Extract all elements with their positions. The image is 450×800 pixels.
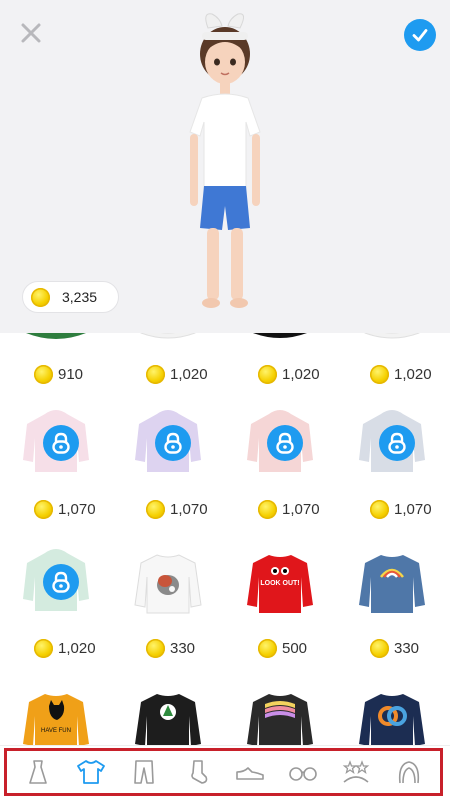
coin-icon: [34, 639, 53, 658]
item-price: 500: [282, 640, 308, 657]
glasses-icon: [289, 767, 317, 781]
item-price: 1,020: [170, 366, 208, 383]
coin-icon: [31, 287, 50, 307]
coin-icon: [258, 500, 277, 519]
coin-icon: [34, 365, 53, 384]
item-card[interactable]: [224, 686, 336, 745]
pants-icon: [134, 760, 154, 784]
navy-circles-sweatshirt-thumbnail: [359, 694, 425, 745]
tshirt-icon: [76, 760, 105, 784]
item-card[interactable]: [112, 686, 224, 745]
lock-icon: [52, 571, 70, 593]
black-wave-sweatshirt-thumbnail: [247, 694, 313, 745]
coin-icon: [146, 500, 165, 519]
tab-tops[interactable]: [71, 754, 111, 790]
close-icon: [21, 23, 41, 43]
black-tree-sweatshirt-thumbnail: [135, 694, 201, 745]
lock-badge: [379, 425, 415, 461]
item-card-locked[interactable]: 1,020: [0, 547, 112, 685]
coin-icon: [370, 639, 389, 658]
lock-icon: [52, 432, 70, 454]
lock-icon: [164, 432, 182, 454]
red-look-out-sweatshirt-thumbnail: LOOK OUT!: [247, 555, 313, 613]
check-icon: [412, 29, 428, 42]
tab-glasses[interactable]: [283, 754, 323, 790]
sweatshirt-print: HAVE FUN: [41, 728, 71, 734]
avatar-preview: 3,235: [0, 0, 450, 333]
lock-icon: [388, 432, 406, 454]
item-card-locked[interactable]: 1,070: [0, 408, 112, 546]
blue-rainbow-sweatshirt-thumbnail: [359, 555, 425, 613]
tab-dresses[interactable]: [18, 754, 58, 790]
coin-icon: [146, 639, 165, 658]
avatar-figure: [189, 13, 261, 308]
tab-shoes[interactable]: [230, 754, 270, 790]
shoe-icon: [236, 767, 264, 780]
close-button[interactable]: [18, 20, 44, 46]
tab-hair[interactable]: [389, 754, 429, 790]
tab-bar-highlight: [4, 748, 443, 796]
item-price: 1,020: [282, 366, 320, 383]
coin-icon: [370, 500, 389, 519]
coin-balance: 3,235: [22, 281, 119, 313]
lock-icon: [276, 432, 294, 454]
tab-pants[interactable]: [124, 754, 164, 790]
white-animal-sweatshirt-thumbnail: [134, 554, 202, 614]
item-card[interactable]: 330: [336, 547, 448, 685]
item-card-locked[interactable]: 1,070: [336, 408, 448, 546]
item-card[interactable]: [336, 686, 448, 745]
coin-balance-value: 3,235: [62, 289, 98, 305]
item-price: 330: [170, 640, 196, 657]
coin-icon: [146, 365, 165, 384]
item-price: 1,020: [58, 640, 96, 657]
item-card[interactable]: 330: [112, 547, 224, 685]
item-card[interactable]: HAVE FUN: [0, 686, 112, 745]
hair-icon: [399, 761, 420, 784]
sweatshirt-print: LOOK OUT!: [260, 580, 299, 587]
item-price: 1,070: [58, 501, 96, 518]
tiara-icon: [343, 760, 370, 783]
dress-icon: [28, 760, 47, 784]
coin-icon: [34, 500, 53, 519]
item-card[interactable]: LOOK OUT! 500: [224, 547, 336, 685]
item-price: 1,020: [394, 366, 432, 383]
confirm-button[interactable]: [404, 19, 436, 51]
item-card-locked[interactable]: 1,070: [224, 408, 336, 546]
lock-badge: [267, 425, 303, 461]
coin-icon: [258, 639, 277, 658]
category-tab-bar: [0, 745, 450, 800]
item-price: 910: [58, 366, 84, 383]
lock-badge: [43, 425, 79, 461]
coin-icon: [370, 365, 389, 384]
coin-icon: [258, 365, 277, 384]
item-price: 1,070: [394, 501, 432, 518]
lock-badge: [155, 425, 191, 461]
item-price: 1,070: [170, 501, 208, 518]
lock-badge: [43, 564, 79, 600]
clothing-grid: 910 1,020 1,020 1,020 1,070 1,070 1,070 …: [0, 333, 450, 745]
item-price: 330: [394, 640, 420, 657]
tab-socks[interactable]: [177, 754, 217, 790]
item-price: 1,070: [282, 501, 320, 518]
tab-accessories[interactable]: [336, 754, 376, 790]
sock-icon: [191, 760, 208, 784]
item-card-locked[interactable]: 1,070: [112, 408, 224, 546]
orange-cat-sweatshirt-thumbnail: HAVE FUN: [23, 694, 89, 745]
